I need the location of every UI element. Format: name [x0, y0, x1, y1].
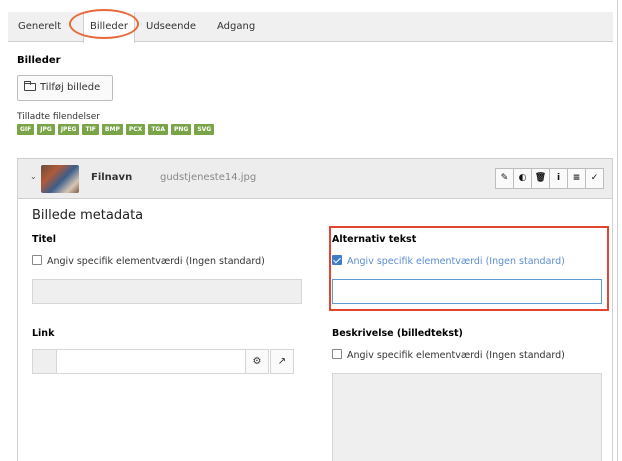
- pencil-icon[interactable]: ✎: [495, 168, 514, 189]
- link-prefix: [32, 349, 56, 374]
- collapse-caret-icon[interactable]: ⌄: [30, 172, 37, 181]
- tab-generelt[interactable]: Generelt: [18, 12, 61, 42]
- titel-label: Titel: [32, 234, 56, 245]
- beskrivelse-checkbox[interactable]: Angiv specifik elementværdi (Ingen stand…: [332, 349, 565, 361]
- tab-adgang[interactable]: Adgang: [217, 12, 255, 42]
- beskrivelse-checkbox-label: Angiv specifik elementværdi (Ingen stand…: [347, 350, 565, 361]
- extension-badge: JPG: [37, 124, 55, 135]
- image-thumbnail: [41, 165, 79, 193]
- titel-checkbox-label: Angiv specifik elementværdi (Ingen stand…: [47, 256, 265, 267]
- beskrivelse-textarea[interactable]: [332, 373, 602, 461]
- alt-text-label: Alternativ tekst: [332, 234, 417, 245]
- file-panel-header[interactable]: ⌄ Filnavn gudstjeneste14.jpg ✎ ◐ 🗑 i ≡ ✓: [18, 159, 612, 199]
- link-chain-icon[interactable]: ↗: [270, 349, 294, 374]
- filename-value: gudstjeneste14.jpg: [160, 172, 257, 183]
- extension-badge: TGA: [148, 124, 168, 135]
- titel-input[interactable]: [32, 279, 302, 304]
- menu-icon[interactable]: ≡: [567, 168, 586, 189]
- beskrivelse-label: Beskrivelse (billedtekst): [332, 328, 463, 339]
- eye-toggle-icon[interactable]: ◐: [513, 168, 532, 189]
- tab-udseende[interactable]: Udseende: [146, 12, 196, 42]
- info-icon[interactable]: i: [549, 168, 568, 189]
- extension-badge: TIF: [82, 124, 99, 135]
- filename-label: Filnavn: [91, 172, 133, 183]
- extension-badge: SVG: [194, 124, 215, 135]
- extension-badge: PCX: [125, 124, 146, 135]
- editor-frame: Generelt Billeder Udseende Adgang Billed…: [0, 0, 622, 461]
- alt-text-checkbox-label: Angiv specifik elementværdi (Ingen stand…: [347, 256, 565, 267]
- trash-icon[interactable]: 🗑: [531, 168, 550, 189]
- link-input[interactable]: [56, 349, 246, 374]
- link-label: Link: [32, 328, 55, 339]
- extension-badge: PNG: [170, 124, 192, 135]
- add-image-button[interactable]: Tilføj billede: [17, 75, 113, 101]
- allowed-extensions-label: Tilladte filendelser: [17, 112, 100, 122]
- extension-badge: JPEG: [57, 124, 80, 135]
- file-panel: ⌄ Filnavn gudstjeneste14.jpg ✎ ◐ 🗑 i ≡ ✓…: [17, 158, 613, 461]
- alt-text-checkbox[interactable]: Angiv specifik elementværdi (Ingen stand…: [332, 255, 565, 267]
- folder-icon: [24, 81, 36, 91]
- check-icon[interactable]: ✓: [585, 168, 604, 189]
- metadata-title: Billede metadata: [32, 208, 144, 223]
- extension-badge: BMP: [101, 124, 123, 135]
- checkbox-box[interactable]: [32, 255, 42, 265]
- extension-badge: GIF: [17, 124, 35, 135]
- file-actions: ✎ ◐ 🗑 i ≡ ✓: [495, 168, 604, 189]
- link-browser-icon[interactable]: ⚙: [245, 349, 269, 374]
- tab-billeder[interactable]: Billeder: [83, 12, 135, 43]
- section-title: Billeder: [17, 55, 61, 66]
- checkbox-box[interactable]: [332, 349, 342, 359]
- titel-checkbox[interactable]: Angiv specifik elementværdi (Ingen stand…: [32, 255, 265, 267]
- checkbox-box[interactable]: [332, 255, 342, 265]
- frame-edge: [617, 0, 618, 461]
- extension-badges: GIF JPG JPEG TIF BMP PCX TGA PNG SVG: [17, 124, 215, 136]
- tab-bar: Generelt Billeder Udseende Adgang: [8, 12, 613, 43]
- alt-text-input[interactable]: [332, 279, 602, 304]
- add-image-label: Tilføj billede: [40, 82, 101, 93]
